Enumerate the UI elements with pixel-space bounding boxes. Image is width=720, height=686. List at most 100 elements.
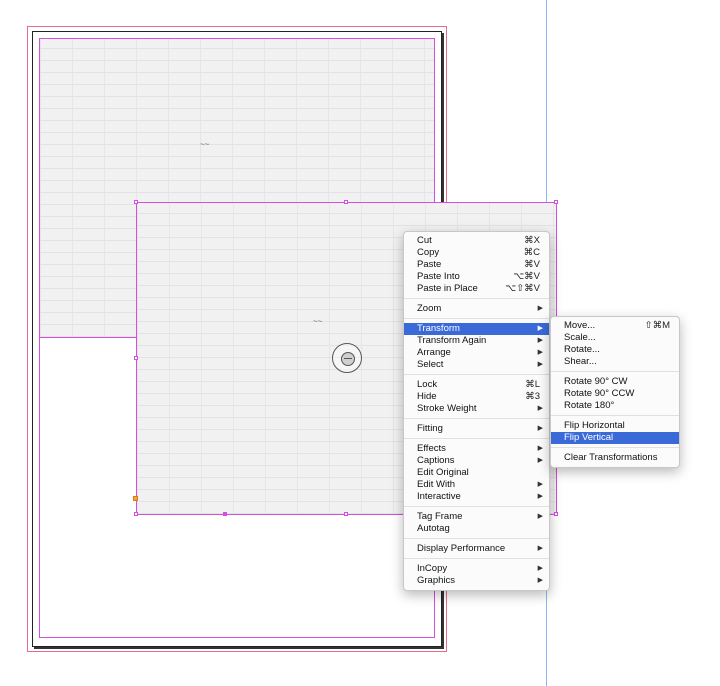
menu-item-label: Transform Again [417,335,487,346]
content-grabber-icon[interactable] [332,343,362,373]
menu-item-label: Arrange [417,347,451,358]
frame-anchor-handle[interactable] [133,496,138,501]
submenu-item-rotate-180[interactable]: Rotate 180° [551,400,679,412]
menu-item-hide[interactable]: Hide ⌘3 [404,391,549,403]
menu-item-label: Zoom [417,303,442,314]
submenu-arrow-icon: ▶ [537,481,543,488]
menu-item-stroke-weight[interactable]: Stroke Weight ▶ [404,403,549,415]
wall-mark: ~~ [200,140,210,149]
submenu-arrow-icon: ▶ [537,513,543,520]
submenu-item-clear-transformations[interactable]: Clear Transformations [551,452,679,464]
menu-item-label: Lock [417,379,438,390]
menu-separator [404,558,549,559]
menu-item-copy[interactable]: Copy ⌘C [404,247,549,259]
menu-item-graphics[interactable]: Graphics ▶ [404,575,549,587]
submenu-arrow-icon: ▶ [537,325,543,332]
menu-item-arrange[interactable]: Arrange ▶ [404,347,549,359]
menu-item-label: Rotate 90° CW [564,376,628,387]
menu-item-label: Graphics [417,575,456,586]
menu-item-lock[interactable]: Lock ⌘L [404,379,549,391]
menu-item-label: Effects [417,443,446,454]
menu-item-label: Tag Frame [417,511,463,522]
frame-handle-bottom-point[interactable] [223,512,227,516]
menu-separator [404,438,549,439]
menu-item-zoom[interactable]: Zoom ▶ [404,303,549,315]
submenu-item-rotate-90-cw[interactable]: Rotate 90° CW [551,376,679,388]
menu-item-label: Edit With [417,479,456,490]
menu-item-label: Captions [417,455,455,466]
menu-item-label: Scale... [564,332,596,343]
menu-item-interactive[interactable]: Interactive ▶ [404,491,549,503]
menu-item-shortcut: ⌥⇧⌘V [505,283,540,294]
menu-item-label: Stroke Weight [417,403,477,414]
submenu-item-rotate-90-ccw[interactable]: Rotate 90° CCW [551,388,679,400]
menu-item-display-performance[interactable]: Display Performance ▶ [404,543,549,555]
submenu-arrow-icon: ▶ [537,577,543,584]
menu-item-edit-original[interactable]: Edit Original [404,467,549,479]
content-grabber-center [341,352,355,366]
menu-item-label: Edit Original [417,467,469,478]
submenu-item-move[interactable]: Move... ⇧⌘M [551,320,679,332]
menu-item-shortcut: ⌘3 [525,391,540,402]
menu-item-shortcut: ⇧⌘M [644,320,670,331]
submenu-arrow-icon: ▶ [537,337,543,344]
frame-handle-top-left[interactable] [134,200,138,204]
menu-item-captions[interactable]: Captions ▶ [404,455,549,467]
menu-separator [551,447,679,448]
frame-handle-left[interactable] [134,356,138,360]
transform-submenu: Move... ⇧⌘M Scale... Rotate... Shear... Rotat… [550,316,680,468]
submenu-arrow-icon: ▶ [537,361,543,368]
menu-item-shortcut: ⌥⌘V [513,271,540,282]
menu-item-label: Copy [417,247,440,258]
menu-separator [404,506,549,507]
menu-item-paste[interactable]: Paste ⌘V [404,259,549,271]
menu-item-shortcut: ⌘V [524,259,540,270]
submenu-arrow-icon: ▶ [537,545,543,552]
frame-handle-bottom-left[interactable] [134,512,138,516]
menu-item-label: Paste Into [417,271,460,282]
menu-item-label: Rotate 180° [564,400,615,411]
wall-mark: ~~ [313,317,323,326]
frame-handle-bottom[interactable] [344,512,348,516]
menu-item-label: Flip Horizontal [564,420,625,431]
menu-item-effects[interactable]: Effects ▶ [404,443,549,455]
menu-item-label: InCopy [417,563,448,574]
menu-separator [404,318,549,319]
submenu-arrow-icon: ▶ [537,405,543,412]
submenu-arrow-icon: ▶ [537,425,543,432]
submenu-item-scale[interactable]: Scale... [551,332,679,344]
menu-item-shortcut: ⌘X [524,235,540,246]
submenu-item-flip-vertical[interactable]: Flip Vertical [551,432,679,444]
menu-item-label: Display Performance [417,543,506,554]
menu-item-paste-in-place[interactable]: Paste in Place ⌥⇧⌘V [404,283,549,295]
menu-item-label: Paste [417,259,442,270]
submenu-item-rotate[interactable]: Rotate... [551,344,679,356]
menu-separator [404,298,549,299]
menu-item-select[interactable]: Select ▶ [404,359,549,371]
submenu-arrow-icon: ▶ [537,565,543,572]
menu-item-transform[interactable]: Transform ▶ [404,323,549,335]
submenu-item-flip-horizontal[interactable]: Flip Horizontal [551,420,679,432]
menu-item-cut[interactable]: Cut ⌘X [404,235,549,247]
menu-item-fitting[interactable]: Fitting ▶ [404,423,549,435]
frame-handle-top-right[interactable] [554,200,558,204]
menu-separator [551,371,679,372]
frame-handle-bottom-right[interactable] [554,512,558,516]
menu-item-label: Interactive [417,491,461,502]
menu-item-autotag[interactable]: Autotag [404,523,549,535]
menu-item-label: Rotate... [564,344,600,355]
submenu-item-shear[interactable]: Shear... [551,356,679,368]
menu-item-tag-frame[interactable]: Tag Frame ▶ [404,511,549,523]
menu-item-incopy[interactable]: InCopy ▶ [404,563,549,575]
context-menu: Cut ⌘X Copy ⌘C Paste ⌘V Paste Into ⌥⌘V Paste in … [403,231,550,591]
frame-handle-top[interactable] [344,200,348,204]
menu-item-transform-again[interactable]: Transform Again ▶ [404,335,549,347]
menu-separator [404,374,549,375]
menu-item-label: Rotate 90° CCW [564,388,635,399]
menu-item-label: Select [417,359,444,370]
menu-item-shortcut: ⌘L [525,379,540,390]
menu-item-edit-with[interactable]: Edit With ▶ [404,479,549,491]
menu-separator [404,418,549,419]
menu-item-label: Hide [417,391,437,402]
menu-item-paste-into[interactable]: Paste Into ⌥⌘V [404,271,549,283]
